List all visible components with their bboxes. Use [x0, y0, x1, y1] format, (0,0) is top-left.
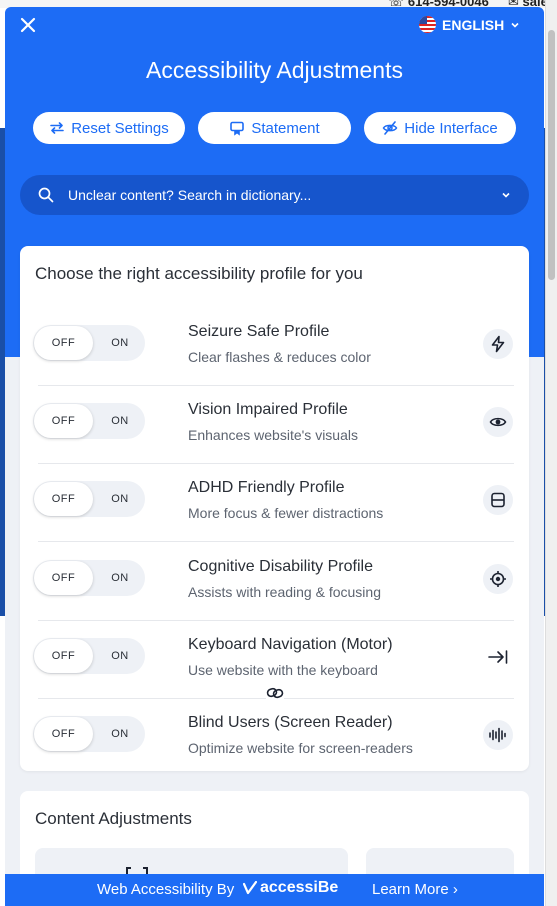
- toggle-on-label: ON: [111, 415, 129, 427]
- hide-interface-button[interactable]: Hide Interface: [364, 112, 516, 144]
- toggle-off-label: OFF: [34, 717, 93, 751]
- profile-row-adhd-friendly: OFF ON ADHD Friendly Profile More focus …: [20, 464, 529, 542]
- reset-settings-label: Reset Settings: [71, 119, 169, 137]
- chevron-down-icon: [511, 22, 519, 28]
- profile-description: More focus & fewer distractions: [188, 505, 384, 521]
- focus-window-icon: [483, 485, 513, 515]
- row-divider: [38, 541, 514, 542]
- scrollbar-thumb[interactable]: [548, 30, 555, 280]
- profile-title: Vision Impaired Profile: [188, 401, 348, 418]
- profile-toggle[interactable]: OFF ON: [33, 403, 145, 439]
- bolt-icon: [483, 329, 513, 359]
- profile-title: Cognitive Disability Profile: [188, 558, 373, 575]
- target-icon: [483, 564, 513, 594]
- profile-row-cognitive-disability: OFF ON Cognitive Disability Profile Assi…: [20, 543, 529, 621]
- toggle-on-label: ON: [111, 493, 129, 505]
- language-selector[interactable]: ENGLISH: [419, 16, 520, 33]
- page-scrollbar[interactable]: [545, 0, 557, 906]
- close-icon: [20, 17, 36, 33]
- profile-description: Optimize website for screen-readers: [188, 740, 413, 756]
- toggle-off-label: OFF: [34, 326, 93, 360]
- profiles-card: Choose the right accessibility profile f…: [20, 246, 529, 771]
- toggle-on-label: ON: [111, 337, 129, 349]
- profile-toggle[interactable]: OFF ON: [33, 481, 145, 517]
- statement-label: Statement: [251, 119, 320, 137]
- accessibe-brand-link[interactable]: accessiBe: [243, 879, 338, 897]
- panel-title: Accessibility Adjustments: [146, 57, 403, 83]
- accessibility-panel: ENGLISH Accessibility Adjustments Reset …: [5, 7, 544, 906]
- profile-description: Clear flashes & reduces color: [188, 349, 371, 365]
- profile-row-seizure-safe: OFF ON Seizure Safe Profile Clear flashe…: [20, 308, 529, 386]
- search-placeholder: Unclear content? Search in dictionary...: [68, 187, 312, 203]
- swap-arrows-icon: [50, 122, 65, 134]
- eye-icon: [483, 407, 513, 437]
- close-button[interactable]: [17, 14, 39, 36]
- brand-name: accessiBe: [260, 879, 339, 896]
- learn-more-link[interactable]: Learn More ›: [372, 881, 458, 898]
- toggle-on-label: ON: [111, 728, 129, 740]
- toggle-on-label: ON: [111, 572, 129, 584]
- toggle-off-label: OFF: [34, 639, 93, 673]
- language-label: ENGLISH: [442, 16, 505, 33]
- us-flag-icon: [419, 16, 436, 33]
- chevron-down-icon: [502, 192, 510, 198]
- toggle-off-label: OFF: [34, 561, 93, 595]
- toggle-off-label: OFF: [34, 482, 93, 516]
- link-icon: [266, 684, 284, 702]
- profiles-heading: Choose the right accessibility profile f…: [35, 264, 363, 283]
- profile-title: Seizure Safe Profile: [188, 323, 330, 340]
- dictionary-search[interactable]: Unclear content? Search in dictionary...: [20, 175, 529, 215]
- tab-arrow-icon: [483, 642, 513, 672]
- statement-button[interactable]: Statement: [198, 112, 351, 144]
- reset-settings-button[interactable]: Reset Settings: [33, 112, 185, 144]
- toggle-off-label: OFF: [34, 404, 93, 438]
- hide-interface-label: Hide Interface: [404, 119, 498, 137]
- profile-toggle[interactable]: OFF ON: [33, 325, 145, 361]
- content-adjustments-heading: Content Adjustments: [35, 809, 192, 828]
- profile-row-vision-impaired: OFF ON Vision Impaired Profile Enhances …: [20, 386, 529, 464]
- footer-by-label: Web Accessibility By: [97, 881, 235, 898]
- profile-description: Enhances website's visuals: [188, 427, 358, 443]
- profile-title: Keyboard Navigation (Motor): [188, 636, 393, 653]
- search-icon: [38, 187, 54, 203]
- footer-bar: Web Accessibility By accessiBe Learn Mor…: [5, 874, 544, 906]
- eye-off-icon: [382, 121, 398, 135]
- profile-description: Use website with the keyboard: [188, 662, 378, 678]
- statement-icon: [230, 121, 245, 136]
- profile-row-blind-users: OFF ON Blind Users (Screen Reader) Optim…: [20, 699, 529, 777]
- profile-toggle[interactable]: OFF ON: [33, 638, 145, 674]
- toggle-on-label: ON: [111, 650, 129, 662]
- profile-toggle[interactable]: OFF ON: [33, 560, 145, 596]
- accessibe-logo-icon: [243, 881, 257, 895]
- profile-description: Assists with reading & focusing: [188, 584, 381, 600]
- audio-wave-icon: [483, 720, 513, 750]
- profile-title: ADHD Friendly Profile: [188, 479, 345, 496]
- profile-title: Blind Users (Screen Reader): [188, 714, 393, 731]
- profile-toggle[interactable]: OFF ON: [33, 716, 145, 752]
